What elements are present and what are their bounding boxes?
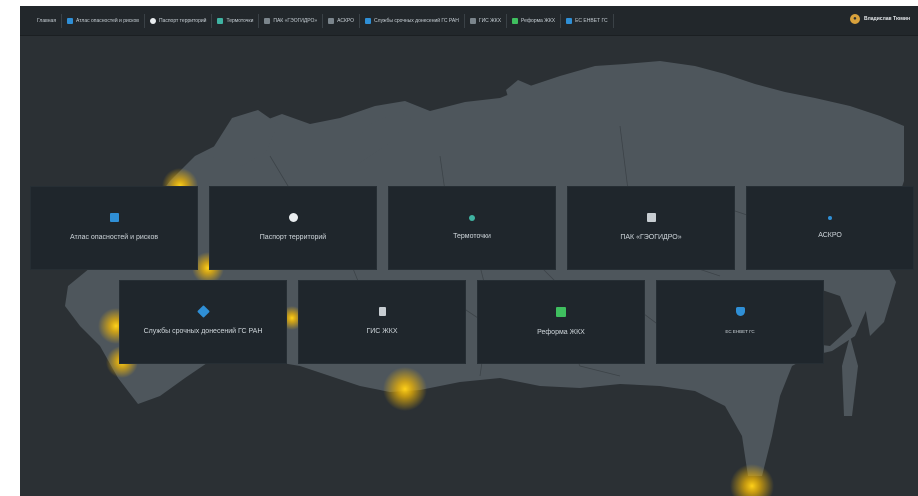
nav-es[interactable]: ЕС ЕНВЕТ ГС bbox=[561, 13, 614, 28]
urgent-reports-icon bbox=[365, 17, 372, 24]
avatar: ● bbox=[849, 14, 860, 24]
card-reform-label: Реформа ЖКХ bbox=[537, 328, 585, 336]
nav-home-label: Главная bbox=[37, 17, 57, 24]
card-es[interactable]: ЕС ЕНВЕТ ГС bbox=[656, 280, 824, 364]
card-askro[interactable]: АСКРО bbox=[746, 186, 914, 270]
askro-icon bbox=[328, 17, 335, 24]
nav-urgent-reports[interactable]: Службы срочных донесений ГС РАН bbox=[360, 13, 465, 28]
nav-geohydro-label: ПАК «ГЭОГИДРО» bbox=[273, 17, 318, 24]
card-urgent-reports[interactable]: Службы срочных донесений ГС РАН bbox=[119, 280, 287, 364]
top-navigation-bar: Главная Атлас опасностей и рисков Паспор… bbox=[20, 6, 918, 36]
nav-passport[interactable]: Паспорт территорий bbox=[145, 13, 213, 28]
hotspot bbox=[730, 464, 774, 496]
app-frame: Главная Атлас опасностей и рисков Паспор… bbox=[20, 6, 918, 496]
nav-reform[interactable]: Реформа ЖКХ bbox=[507, 13, 562, 28]
nav-es-label: ЕС ЕНВЕТ ГС bbox=[575, 17, 608, 24]
nav-gis[interactable]: ГИС ЖКХ bbox=[465, 13, 508, 28]
user-menu[interactable]: ● Владислав Тюмин bbox=[849, 14, 910, 24]
nav-geohydro[interactable]: ПАК «ГЭОГИДРО» bbox=[259, 13, 324, 28]
shield-icon bbox=[735, 307, 745, 316]
geohydro-icon bbox=[646, 213, 656, 222]
thermal-point-icon bbox=[217, 17, 224, 24]
nav-home[interactable]: Главная bbox=[32, 13, 63, 28]
nav-thermal-label: Термоточки bbox=[226, 17, 254, 24]
nav-atlas[interactable]: Атлас опасностей и рисков bbox=[62, 13, 145, 28]
nav-atlas-label: Атлас опасностей и рисков bbox=[76, 17, 139, 24]
gis-icon bbox=[469, 17, 476, 24]
atlas-icon bbox=[67, 17, 74, 24]
shield-icon bbox=[566, 17, 573, 24]
hotspot bbox=[383, 367, 427, 411]
nav-gis-label: ГИС ЖКХ bbox=[478, 17, 502, 24]
urgent-reports-icon bbox=[196, 305, 210, 318]
atlas-icon bbox=[109, 213, 119, 222]
reform-icon bbox=[512, 17, 519, 24]
nav-askro[interactable]: АСКРО bbox=[323, 13, 361, 28]
passport-icon bbox=[288, 213, 298, 222]
gis-icon bbox=[378, 307, 386, 316]
card-urgent-reports-label: Службы срочных донесений ГС РАН bbox=[143, 328, 263, 335]
askro-icon bbox=[828, 215, 832, 220]
card-gis-label: ГИС ЖКХ bbox=[366, 328, 398, 335]
thermal-point-icon bbox=[469, 214, 475, 221]
geohydro-icon bbox=[264, 17, 271, 24]
nav-passport-label: Паспорт территорий bbox=[158, 17, 207, 24]
nav-askro-label: АСКРО bbox=[337, 17, 355, 24]
passport-icon bbox=[149, 17, 156, 24]
card-es-label: ЕС ЕНВЕТ ГС bbox=[725, 329, 755, 334]
user-name: Владислав Тюмин bbox=[863, 16, 910, 22]
card-geohydro-label: ПАК «ГЭОГИДРО» bbox=[620, 234, 682, 241]
nav-urgent-reports-label: Службы срочных донесений ГС РАН bbox=[374, 17, 459, 24]
card-thermal-label: Термоточки bbox=[453, 232, 491, 240]
card-thermal[interactable]: Термоточки bbox=[388, 186, 556, 270]
card-atlas[interactable]: Атлас опасностей и рисков bbox=[30, 186, 198, 270]
card-geohydro[interactable]: ПАК «ГЭОГИДРО» bbox=[567, 186, 735, 270]
nav-thermal[interactable]: Термоточки bbox=[212, 13, 260, 28]
nav-reform-label: Реформа ЖКХ bbox=[521, 17, 556, 24]
card-passport[interactable]: Паспорт территорий bbox=[209, 186, 377, 270]
reform-icon bbox=[556, 306, 566, 317]
card-atlas-label: Атлас опасностей и рисков bbox=[69, 234, 159, 241]
card-passport-label: Паспорт территорий bbox=[259, 234, 327, 241]
card-askro-label: АСКРО bbox=[818, 231, 842, 239]
card-reform[interactable]: Реформа ЖКХ bbox=[477, 280, 645, 364]
card-gis[interactable]: ГИС ЖКХ bbox=[298, 280, 466, 364]
